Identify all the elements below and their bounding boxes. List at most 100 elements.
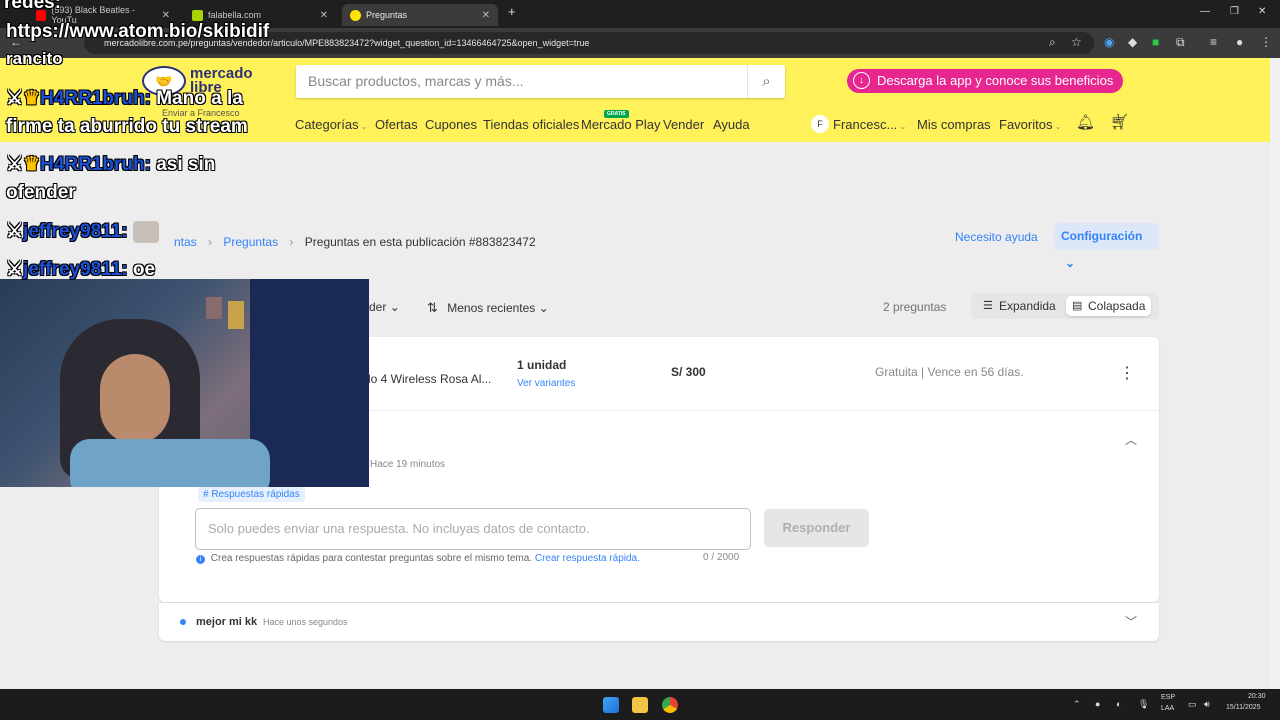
question-row[interactable]: mejor mi kk Hace unos segundos ﹀ [159, 603, 1159, 641]
answer-placeholder: Solo puedes enviar una respuesta. No inc… [208, 521, 590, 536]
breadcrumb-prev[interactable]: ntas [174, 235, 197, 249]
question-text: mejor mi kk [196, 616, 258, 628]
help-link[interactable]: Necesito ayuda [955, 230, 1038, 244]
chat-username: H4RR1bruh: [40, 88, 151, 109]
bell-icon[interactable]: 🔔︎ [1076, 113, 1095, 131]
close-icon[interactable]: ✕ [320, 10, 328, 21]
sword-icon: ⚔ [6, 259, 24, 280]
crown-icon: ♛ [23, 154, 41, 175]
app-promo-banner[interactable]: ↓ Descarga la app y conoce sus beneficio… [847, 69, 1123, 93]
volume-icon[interactable]: 🔊︎ [1204, 699, 1210, 710]
clock-time[interactable]: 20:30 [1248, 693, 1266, 700]
chat-text: oe [132, 259, 156, 280]
reply-button[interactable]: Responder [764, 509, 869, 547]
close-window-icon[interactable]: ✕ [1258, 6, 1266, 17]
chrome-icon[interactable] [662, 697, 678, 713]
user-menu[interactable]: Francesc... ⌄ [833, 117, 906, 132]
filter-dropdown[interactable]: der ⌄ [369, 300, 400, 314]
language-bottom[interactable]: LAA [1161, 705, 1174, 712]
create-quick-answer-link[interactable]: Crear respuesta rápida. [535, 553, 640, 564]
config-button[interactable]: Configuración ⌄ [1054, 223, 1159, 270]
listing-units: 1 unidad [517, 358, 567, 372]
chat-message: ⚔jeffrey9811: oe [6, 258, 155, 281]
nav-favoritos[interactable]: Favoritos ⌄ [999, 117, 1061, 132]
chevron-down-icon: ⌄ [538, 301, 549, 315]
nav-tiendas-oficiales[interactable]: Tiendas oficiales [483, 117, 579, 132]
tab-title: falabella.com [208, 10, 262, 20]
sort-dropdown[interactable]: ⇅ Menos recientes ⌄ [427, 300, 549, 316]
breadcrumb: ntas › Preguntas › Preguntas en esta pub… [174, 235, 536, 249]
quick-answers-tag[interactable]: # Respuestas rápidas [198, 487, 305, 502]
nav-ayuda[interactable]: Ayuda [713, 117, 750, 132]
reading-list-icon[interactable]: ≡ [1210, 35, 1217, 49]
clock-date[interactable]: 15/11/2025 [1226, 704, 1261, 711]
tray-app-icon[interactable]: ◐ [1116, 699, 1121, 709]
nav-vender[interactable]: Vender [663, 117, 704, 132]
breadcrumb-preguntas[interactable]: Preguntas [223, 235, 278, 249]
favoritos-label: Favoritos [999, 117, 1053, 132]
nav-cupones[interactable]: Cupones [425, 117, 477, 132]
extension-icon[interactable]: ◆ [1128, 35, 1137, 49]
close-icon[interactable]: ✕ [162, 10, 170, 21]
unread-dot-icon [180, 619, 186, 625]
microphone-icon[interactable]: 🎙︎ [1138, 699, 1149, 710]
chevron-down-icon: ⌄ [1065, 256, 1076, 270]
nav-categorias[interactable]: Categorías ⌄ [295, 117, 368, 132]
profile-avatar[interactable]: ● [1236, 35, 1243, 49]
nav-ofertas[interactable]: Ofertas [375, 117, 418, 132]
chat-username: jeffrey9811: [23, 259, 128, 280]
close-icon[interactable]: ✕ [482, 10, 490, 21]
chevron-right-icon: › [208, 235, 213, 249]
search-icon[interactable]: ⌕ [747, 65, 785, 98]
collapse-icon: ▤ [1072, 300, 1083, 312]
wall-poster [206, 297, 222, 319]
language-top[interactable]: ESP [1161, 694, 1175, 701]
user-avatar[interactable]: F [811, 115, 829, 133]
collapsed-label: Colapsada [1088, 299, 1146, 313]
chevron-down-icon[interactable]: ﹀ [1125, 613, 1137, 630]
menu-kebab-icon[interactable]: ⋮ [1260, 35, 1272, 49]
chat-username: jeffrey9811: [23, 221, 128, 242]
answer-input[interactable]: Solo puedes enviar una respuesta. No inc… [195, 508, 751, 550]
crown-icon: ♛ [23, 88, 41, 109]
chat-message-cont: firme ta aburrido tu stream [6, 116, 248, 137]
expanded-label: Expandida [999, 299, 1056, 313]
new-tab-icon[interactable]: + [508, 4, 516, 19]
extension-icon[interactable]: ◉ [1104, 35, 1114, 49]
char-counter: 0 / 2000 [703, 552, 740, 563]
tab-preguntas[interactable]: Preguntas ✕ [342, 4, 498, 26]
filter-label: der [369, 300, 387, 314]
chevron-up-icon[interactable]: ⌃ [1073, 699, 1081, 710]
listing-price: S/ 300 [671, 365, 706, 379]
page-scrollbar[interactable] [1270, 58, 1280, 689]
tray-app-icon[interactable]: ● [1095, 699, 1100, 709]
chat-text: Mano a la [156, 88, 243, 109]
expanded-view-button[interactable]: ☰ Expandida [977, 296, 1062, 316]
wall-poster [228, 301, 244, 329]
extensions-puzzle-icon[interactable]: ⧉ [1176, 35, 1185, 50]
chat-text: asi sin [156, 154, 216, 175]
overlay-rancito: rancito [6, 49, 63, 68]
maximize-icon[interactable]: ❐ [1230, 6, 1239, 17]
nav-mis-compras[interactable]: Mis compras [917, 117, 991, 132]
search-placeholder: Buscar productos, marcas y más... [308, 73, 524, 89]
extension-icon[interactable]: ■ [1152, 35, 1159, 49]
nav-mercado-play[interactable]: Mercado Play [581, 117, 660, 132]
bookmark-star-icon[interactable]: ☆ [1071, 35, 1082, 49]
more-options-icon[interactable]: ⋮ [1119, 363, 1135, 383]
promo-text: Descarga la app y conoce sus beneficios [877, 73, 1114, 88]
zoom-icon[interactable]: ⌕ [1049, 35, 1056, 50]
network-icon[interactable]: ▭ [1188, 699, 1197, 710]
variants-link[interactable]: Ver variantes [517, 378, 575, 389]
overlay-redes: redes: [4, 0, 62, 13]
overlay-link: https://www.atom.bio/skibidif [6, 21, 270, 42]
chevron-up-icon[interactable]: ︿ [1125, 431, 1137, 448]
minimize-icon[interactable]: — [1200, 6, 1210, 17]
listing-title[interactable]: lo 4 Wireless Rosa Al... [368, 372, 491, 386]
breadcrumb-current: Preguntas en esta publicación #883823472 [304, 235, 536, 249]
file-explorer-icon[interactable] [632, 697, 648, 713]
sort-label: Menos recientes [447, 301, 536, 315]
collapsed-view-button[interactable]: ▤ Colapsada [1066, 296, 1152, 316]
windows-start-icon[interactable] [603, 697, 619, 713]
search-input[interactable]: Buscar productos, marcas y más... ⌕ [296, 65, 785, 98]
